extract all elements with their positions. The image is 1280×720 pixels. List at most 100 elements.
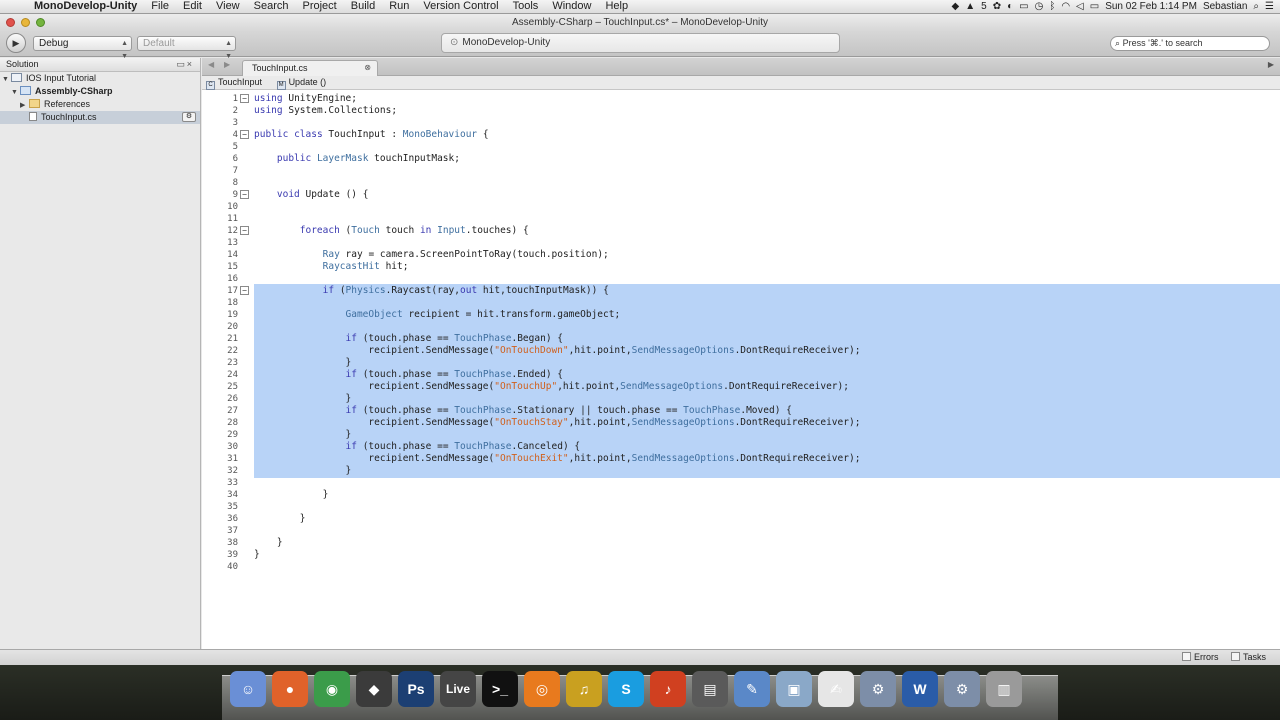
code-line[interactable]: 40 [202, 561, 1280, 573]
trash-icon[interactable]: ▥ [986, 671, 1022, 707]
photoshop-icon[interactable]: Ps [398, 671, 434, 707]
code-line[interactable]: 36 } [202, 513, 1280, 525]
solution-tree-item[interactable]: ▼ Assembly-CSharp [0, 85, 200, 98]
code-line[interactable]: 23 } [202, 357, 1280, 369]
xcode-icon[interactable]: ✎ [734, 671, 770, 707]
preview-icon[interactable]: ▣ [776, 671, 812, 707]
tasks-pad-button[interactable]: Tasks [1231, 650, 1266, 665]
code-line[interactable]: 39} [202, 549, 1280, 561]
code-line[interactable]: 19 GameObject recipient = hit.transform.… [202, 309, 1280, 321]
breadcrumb-class[interactable]: C TouchInput [206, 76, 262, 90]
solution-tree-item[interactable]: ▼ IOS Input Tutorial [0, 72, 200, 85]
menu-user[interactable]: Sebastian [1203, 0, 1247, 13]
platform-select[interactable]: Default ▲ ▼ [137, 36, 236, 60]
notification-center-icon[interactable]: ☰ [1265, 0, 1274, 13]
menu-edit[interactable]: Edit [176, 0, 209, 13]
code-line[interactable]: 2 using System.Collections; [202, 105, 1280, 117]
code-line[interactable]: 5 [202, 141, 1280, 153]
flux-icon[interactable]: ◐ [1007, 0, 1013, 13]
spotlight-icon[interactable]: ⌕ [1253, 0, 1259, 13]
menu-clock[interactable]: Sun 02 Feb 1:14 PM [1105, 0, 1197, 13]
skype-icon[interactable]: S [608, 671, 644, 707]
code-line[interactable]: 20 [202, 321, 1280, 333]
errors-pad-button[interactable]: Errors [1182, 650, 1219, 665]
code-line[interactable]: 35 [202, 501, 1280, 513]
code-line[interactable]: 26 } [202, 393, 1280, 405]
code-line[interactable]: 33 [202, 477, 1280, 489]
firefox-icon[interactable]: ● [272, 671, 308, 707]
tab-forward-icon[interactable]: ▶ [224, 60, 230, 69]
code-line[interactable]: 29 } [202, 429, 1280, 441]
code-line[interactable]: 9− void Update () { [202, 189, 1280, 201]
code-area[interactable]: 1− using UnityEngine; 2 using System.Collec… [202, 93, 1280, 649]
code-line[interactable]: 21 if (touch.phase == TouchPhase.Began) … [202, 333, 1280, 345]
bluetooth-icon[interactable]: ᛒ [1049, 0, 1055, 13]
terminal-icon[interactable]: >_ [482, 671, 518, 707]
code-line[interactable]: 16 [202, 273, 1280, 285]
code-line[interactable]: 4− public class TouchInput : MonoBehaviou… [202, 129, 1280, 141]
menu-file[interactable]: File [144, 0, 176, 13]
clapper-icon[interactable]: ▤ [692, 671, 728, 707]
breadcrumb-method[interactable]: M Update () [276, 76, 326, 90]
fold-toggle-icon[interactable]: − [240, 190, 249, 199]
search-input[interactable]: ⌕ Press '⌘.' to search [1110, 36, 1270, 51]
code-line[interactable]: 27 if (touch.phase == TouchPhase.Station… [202, 405, 1280, 417]
fold-toggle-icon[interactable]: − [240, 286, 249, 295]
solution-tree-item[interactable]: ▶ References [0, 98, 200, 111]
code-line[interactable]: 38 } [202, 537, 1280, 549]
code-line[interactable]: 34 } [202, 489, 1280, 501]
code-line[interactable]: 24 if (touch.phase == TouchPhase.Ended) … [202, 369, 1280, 381]
fold-toggle-icon[interactable]: − [240, 226, 249, 235]
display-icon[interactable]: ▭ [1019, 0, 1028, 13]
run-button[interactable]: ▶ [6, 33, 26, 53]
menu-app-name[interactable]: MonoDevelop-Unity [30, 0, 144, 13]
audacity-icon[interactable]: ♪ [650, 671, 686, 707]
monodevelop-icon[interactable]: ⚙ [860, 671, 896, 707]
code-line[interactable]: 30 if (touch.phase == TouchPhase.Cancele… [202, 441, 1280, 453]
chrome-icon[interactable]: ◉ [314, 671, 350, 707]
code-line[interactable]: 32 } [202, 465, 1280, 477]
evernote-icon[interactable]: ✿ [993, 0, 1001, 13]
audio-icon[interactable]: ♫ [566, 671, 602, 707]
menu-version-control[interactable]: Version Control [416, 0, 505, 13]
dropbox-icon[interactable]: ◆ [952, 0, 960, 13]
fold-toggle-icon[interactable]: − [240, 130, 249, 139]
code-line[interactable]: 7 [202, 165, 1280, 177]
battery-icon[interactable]: ▭ [1090, 0, 1099, 13]
unity-icon[interactable]: ◆ [356, 671, 392, 707]
code-line[interactable]: 8 [202, 177, 1280, 189]
wifi-icon[interactable]: ◠ [1061, 0, 1070, 13]
code-line[interactable]: 13 [202, 237, 1280, 249]
code-line[interactable]: 22 recipient.SendMessage("OnTouchDown",h… [202, 345, 1280, 357]
tab-touchinput[interactable]: TouchInput.cs ⊗ [242, 60, 378, 76]
menu-help[interactable]: Help [598, 0, 635, 13]
code-line[interactable]: 25 recipient.SendMessage("OnTouchUp",hit… [202, 381, 1280, 393]
code-line[interactable]: 28 recipient.SendMessage("OnTouchStay",h… [202, 417, 1280, 429]
textedit-icon[interactable]: ✍ [818, 671, 854, 707]
menu-project[interactable]: Project [296, 0, 344, 13]
code-line[interactable]: 15 RaycastHit hit; [202, 261, 1280, 273]
menu-build[interactable]: Build [344, 0, 382, 13]
finder-icon[interactable]: ☺ [230, 671, 266, 707]
pad-options-icon[interactable]: ▭ [176, 59, 187, 69]
live-icon[interactable]: Live [440, 671, 476, 707]
code-line[interactable]: 11 [202, 213, 1280, 225]
time-machine-icon[interactable]: ◷ [1035, 0, 1044, 13]
tab-back-icon[interactable]: ◀ [208, 60, 214, 69]
code-line[interactable]: 17− if (Physics.Raycast(ray,out hit,touc… [202, 285, 1280, 297]
word-icon[interactable]: W [902, 671, 938, 707]
adobe-icon[interactable]: ▲ [965, 0, 975, 13]
code-line[interactable]: 37 [202, 525, 1280, 537]
tab-close-icon[interactable]: ⊗ [364, 61, 371, 75]
code-line[interactable]: 14 Ray ray = camera.ScreenPointToRay(tou… [202, 249, 1280, 261]
menu-search[interactable]: Search [247, 0, 296, 13]
tab-scroll-icon[interactable]: ▶ [1268, 60, 1274, 69]
volume-icon[interactable]: ◁ [1076, 0, 1084, 13]
code-line[interactable]: 1− using UnityEngine; [202, 93, 1280, 105]
fold-toggle-icon[interactable]: − [240, 94, 249, 103]
code-line[interactable]: 12− foreach (Touch touch in Input.touche… [202, 225, 1280, 237]
menu-window[interactable]: Window [545, 0, 598, 13]
configuration-select[interactable]: Debug ▲ ▼ [33, 36, 132, 60]
menu-tools[interactable]: Tools [506, 0, 546, 13]
code-line[interactable]: 31 recipient.SendMessage("OnTouchExit",h… [202, 453, 1280, 465]
